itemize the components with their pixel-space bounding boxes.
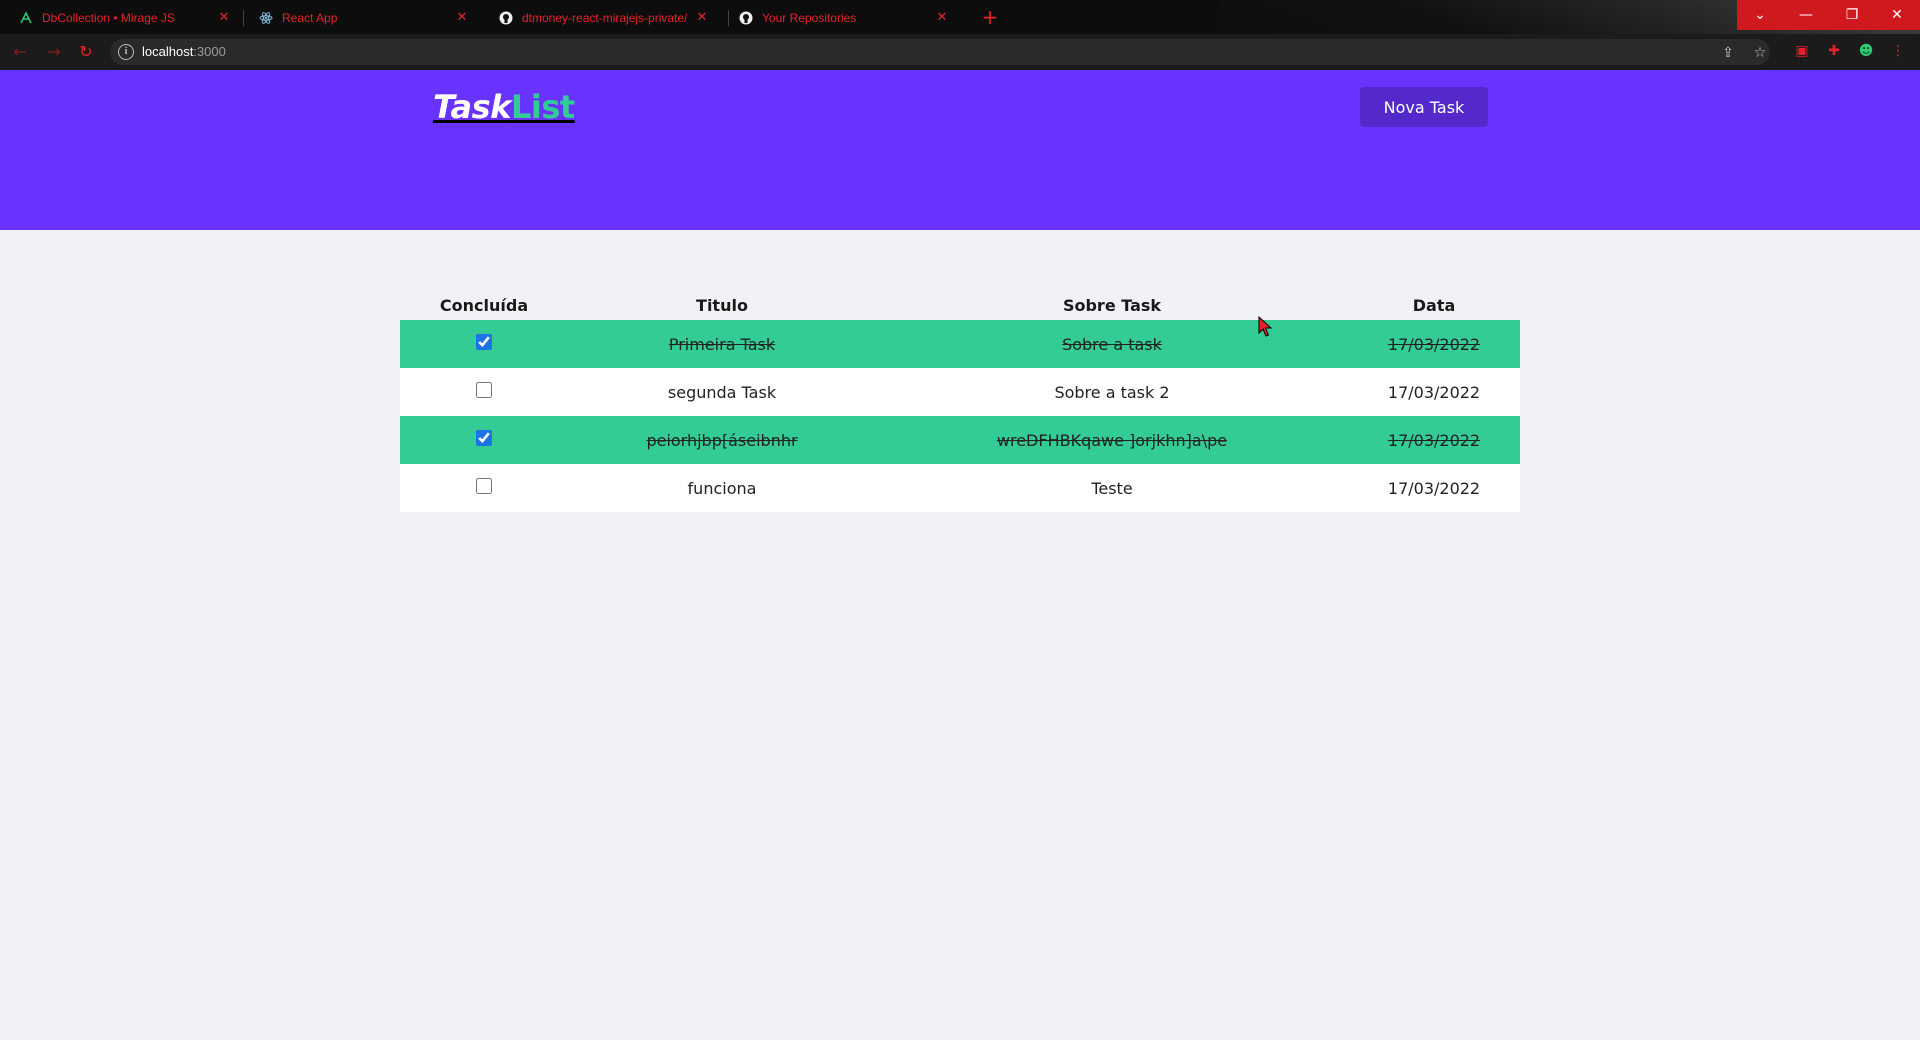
done-cell	[400, 416, 568, 464]
done-cell	[400, 368, 568, 416]
date-cell: 17/03/2022	[1348, 368, 1520, 416]
logo-list: List	[510, 88, 575, 126]
date-cell: 17/03/2022	[1348, 464, 1520, 512]
close-icon[interactable]: ✕	[216, 10, 232, 26]
about-cell: Sobre a task	[876, 320, 1348, 368]
new-task-button[interactable]: Nova Task	[1360, 87, 1488, 127]
tab-title: Your Repositories	[762, 11, 857, 25]
browser-tab[interactable]: dtmoney-react-mirajejs-private/ ✕	[480, 4, 720, 32]
title-cell: segunda Task	[568, 368, 876, 416]
title-cell: funciona	[568, 464, 876, 512]
app-header: TaskList Nova Task	[0, 70, 1920, 230]
column-header-done: Concluída	[439, 295, 529, 315]
title-cell: Primeira Task	[568, 320, 876, 368]
puzzle-extensions-icon[interactable]: ✚	[1825, 42, 1843, 60]
tab-title: React App	[282, 11, 338, 25]
bookmark-star-icon[interactable]: ☆	[1751, 44, 1769, 62]
browser-toolbar: ← → ↻ i localhost:3000 ⇪ ☆ ▣ ✚ ☻ ⋮	[0, 34, 1920, 70]
browser-tab[interactable]: DbCollection • Mirage JS ✕	[0, 4, 242, 32]
new-tab-button[interactable]: +	[978, 6, 1002, 30]
done-checkbox[interactable]	[476, 430, 492, 446]
done-checkbox[interactable]	[476, 382, 492, 398]
browser-tab[interactable]: React App ✕	[240, 4, 480, 32]
close-icon[interactable]: ✕	[694, 10, 710, 26]
column-header-date: Data	[1412, 295, 1456, 315]
table-row: funciona Teste 17/03/2022	[400, 464, 1520, 512]
restore-button[interactable]: ❐	[1829, 0, 1875, 30]
done-cell	[400, 464, 568, 512]
task-table-body: Primeira Task Sobre a task 17/03/2022 se…	[400, 320, 1520, 512]
close-icon[interactable]: ✕	[934, 10, 950, 26]
logo-task: Task	[433, 88, 511, 126]
table-header-row: Concluída Titulo Sobre Task Data	[400, 290, 1520, 320]
app-logo: TaskList	[433, 88, 575, 126]
minimize-button[interactable]: —	[1783, 0, 1829, 30]
about-cell: Teste	[876, 464, 1348, 512]
forward-arrow-icon[interactable]: →	[44, 42, 64, 62]
window-close-button[interactable]: ✕	[1874, 0, 1920, 30]
table-row: Primeira Task Sobre a task 17/03/2022	[400, 320, 1520, 368]
done-checkbox[interactable]	[476, 334, 492, 350]
tab-title: dtmoney-react-mirajejs-private/	[522, 11, 688, 25]
done-cell	[400, 320, 568, 368]
table-row: segunda Task Sobre a task 2 17/03/2022	[400, 368, 1520, 416]
close-icon[interactable]: ✕	[454, 10, 470, 26]
mirage-icon	[18, 10, 34, 26]
browser-tab[interactable]: Your Repositories ✕	[720, 4, 960, 32]
tab-title: DbCollection • Mirage JS	[42, 11, 175, 25]
table-row: peiorhjbp[áseibnhr wreDFHBKqawe ]orjkhn]…	[400, 416, 1520, 464]
about-cell: wreDFHBKqawe ]orjkhn]a\pe	[876, 416, 1348, 464]
date-cell: 17/03/2022	[1348, 320, 1520, 368]
menu-kebab-icon[interactable]: ⋮	[1889, 42, 1907, 60]
done-checkbox[interactable]	[476, 478, 492, 494]
title-cell: peiorhjbp[áseibnhr	[568, 416, 876, 464]
reload-icon[interactable]: ↻	[76, 42, 96, 62]
extension-icon[interactable]: ▣	[1793, 42, 1811, 60]
task-table-container: Concluída Titulo Sobre Task Data Primeir…	[400, 290, 1520, 512]
github-icon	[498, 10, 514, 26]
about-cell: Sobre a task 2	[876, 368, 1348, 416]
browser-tab-strip: DbCollection • Mirage JS ✕ React App ✕ d…	[0, 0, 1920, 34]
column-header-about: Sobre Task	[1062, 295, 1162, 315]
column-header-title: Titulo	[696, 295, 748, 315]
github-icon	[738, 10, 754, 26]
date-cell: 17/03/2022	[1348, 416, 1520, 464]
share-icon[interactable]: ⇪	[1719, 44, 1737, 62]
task-table: Concluída Titulo Sobre Task Data Primeir…	[400, 290, 1520, 512]
url-text[interactable]: localhost:3000	[142, 44, 226, 59]
site-info-icon[interactable]: i	[118, 44, 134, 60]
tab-search-button[interactable]: ⌄	[1737, 0, 1783, 30]
react-icon	[258, 10, 274, 26]
profile-avatar-icon[interactable]: ☻	[1857, 42, 1875, 60]
back-arrow-icon[interactable]: ←	[10, 42, 30, 62]
address-bar[interactable]: i localhost:3000 ⇪ ☆	[110, 39, 1770, 65]
